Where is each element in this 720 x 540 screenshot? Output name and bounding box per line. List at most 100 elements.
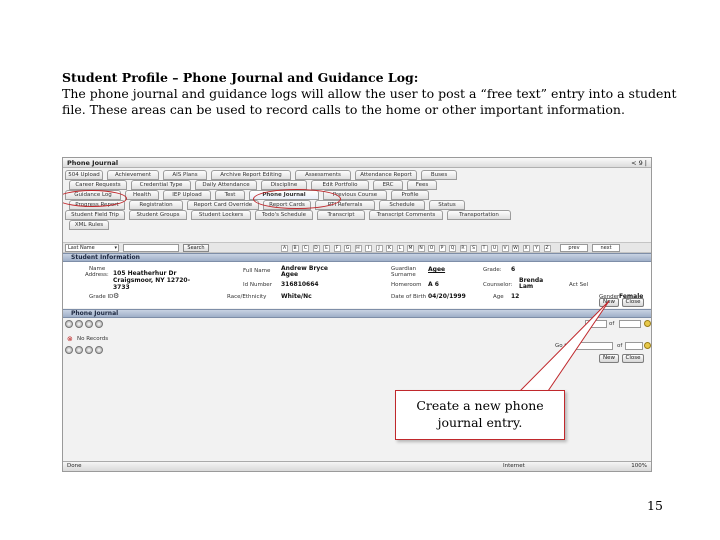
new-button-bottom[interactable]: New [599,354,619,363]
close-button-bottom[interactable]: Close [622,354,644,363]
tab-career-requests[interactable]: Career Requests [69,180,127,190]
alpha-filter-e[interactable]: E [323,245,330,252]
tab-ais-plans[interactable]: AIS Plans [163,170,207,180]
alpha-filter-w[interactable]: W [512,245,519,252]
search-button[interactable]: Search [183,244,209,252]
prev-page-icon-bottom[interactable] [75,346,83,354]
next-button[interactable]: next [592,244,620,252]
student-icon[interactable]: ⚙ [113,293,119,300]
tab-discipline[interactable]: Discipline [261,180,307,190]
tab-guidance-log[interactable]: Guidance Log [65,190,121,200]
surname-value[interactable]: Agee [428,267,445,273]
alpha-filter-b[interactable]: B [291,245,299,252]
tab-xml-rules[interactable]: XML Rules [69,220,109,230]
tab-daily-attendance[interactable]: Daily Attendance [195,180,257,190]
tab-rti-referrals[interactable]: RTI Referrals [315,200,375,210]
alpha-filter-j[interactable]: J [375,245,383,252]
status-text: Done [67,463,82,469]
alpha-filter-v[interactable]: V [501,245,509,252]
race-value: White/Nc [281,293,312,300]
alpha-filter-c[interactable]: C [302,245,309,252]
tab-status[interactable]: Status [429,200,465,210]
alpha-filter-y[interactable]: Y [533,245,540,252]
tab-registration[interactable]: Registration [129,200,183,210]
phone-journal-header[interactable]: Phone Journal [63,309,651,318]
search-input[interactable] [123,244,179,252]
tab-buses[interactable]: Buses [421,170,457,180]
tab-phone-journal[interactable]: Phone Journal [249,190,319,200]
alpha-filter-k[interactable]: K [386,245,393,252]
tab-transportation[interactable]: Transportation [447,210,511,220]
tab-student-field-trip[interactable]: Student Field Trip [65,210,125,220]
tab-student-groups[interactable]: Student Groups [129,210,187,220]
tab-progress-report[interactable]: Progress Report [69,200,125,210]
go-icon-bottom[interactable] [644,342,651,349]
tab-transcript-comments[interactable]: Transcript Comments [369,210,443,220]
goto-input[interactable] [573,342,613,350]
alpha-filter-m[interactable]: M [407,245,414,252]
first-page-icon-bottom[interactable] [65,346,73,354]
window-title: Phone Journal [67,159,119,167]
slide-body: The phone journal and guidance logs will… [62,86,677,117]
alpha-filter-h[interactable]: H [354,245,362,252]
tab-credential-type[interactable]: Credential Type [131,180,191,190]
last-page-icon[interactable] [95,320,103,328]
alpha-filter-i[interactable]: I [365,245,372,252]
next-page-icon-bottom[interactable] [85,346,93,354]
window-controls[interactable]: < 9 | [631,159,647,167]
alpha-filter-n[interactable]: N [417,245,425,252]
alpha-filter-x[interactable]: X [522,245,530,252]
grade-id-label: Grade ID [89,294,114,300]
page-input-top[interactable] [585,320,607,328]
phone-journal-header-label: Phone Journal [71,310,119,317]
tab-report-card-override[interactable]: Report Card Override [187,200,259,210]
tab-achievement[interactable]: Achievement [107,170,159,180]
alpha-filter-d[interactable]: D [312,245,320,252]
act-sel-label: Act Sel [569,282,588,288]
tab-archive-report-editing[interactable]: Archive Report Editing [211,170,291,180]
alpha-filter-f[interactable]: F [333,245,341,252]
close-button-top[interactable]: Close [622,298,644,307]
new-button-top[interactable]: New [599,298,619,307]
alpha-filter-l[interactable]: L [396,245,404,252]
full-name-value-2: Agee [281,271,299,278]
alpha-filter-t[interactable]: T [480,245,488,252]
zoom-level[interactable]: 100% [631,463,647,469]
prev-page-icon[interactable] [75,320,83,328]
age-value: 12 [511,293,520,300]
tab-assessments[interactable]: Assessments [295,170,351,180]
alpha-filter-z[interactable]: Z [543,245,551,252]
alpha-filter-s[interactable]: S [470,245,477,252]
tab-todo-s-schedule[interactable]: Todo's Schedule [255,210,313,220]
alpha-filter-u[interactable]: U [491,245,498,252]
alpha-filter-o[interactable]: O [428,245,435,252]
tab-erc[interactable]: ERC [373,180,403,190]
tab-fees[interactable]: Fees [407,180,437,190]
tab-schedule[interactable]: Schedule [379,200,425,210]
alpha-filter-p[interactable]: P [438,245,446,252]
tab-profile[interactable]: Profile [391,190,429,200]
tab-previous-course[interactable]: Previous Course [323,190,387,200]
address-zip: 3733 [113,284,130,291]
tab-edit-portfolio[interactable]: Edit Portfolio [311,180,369,190]
alpha-filter-a[interactable]: A [281,245,288,252]
tab-report-cards[interactable]: Report Cards [263,200,311,210]
tab-transcript[interactable]: Transcript [317,210,365,220]
first-page-icon[interactable] [65,320,73,328]
tab-iep-upload[interactable]: IEP Upload [163,190,211,200]
prev-button[interactable]: prev [560,244,588,252]
search-field-select[interactable]: Last Name [65,244,119,252]
tab-attendance-report[interactable]: Attendance Report [355,170,417,180]
next-page-icon[interactable] [85,320,93,328]
tab-504-upload[interactable]: 504 Upload [65,170,103,180]
student-info-header[interactable]: Student Information [63,253,651,262]
go-icon-top[interactable] [644,320,651,327]
id-value: 316810664 [281,281,319,288]
alpha-filter-g[interactable]: G [344,245,351,252]
tab-health[interactable]: Health [125,190,159,200]
tab-student-lockers[interactable]: Student Lockers [191,210,251,220]
alpha-filter-r[interactable]: R [459,245,467,252]
alpha-filter-q[interactable]: Q [449,245,456,252]
last-page-icon-bottom[interactable] [95,346,103,354]
tab-test[interactable]: Test [215,190,245,200]
